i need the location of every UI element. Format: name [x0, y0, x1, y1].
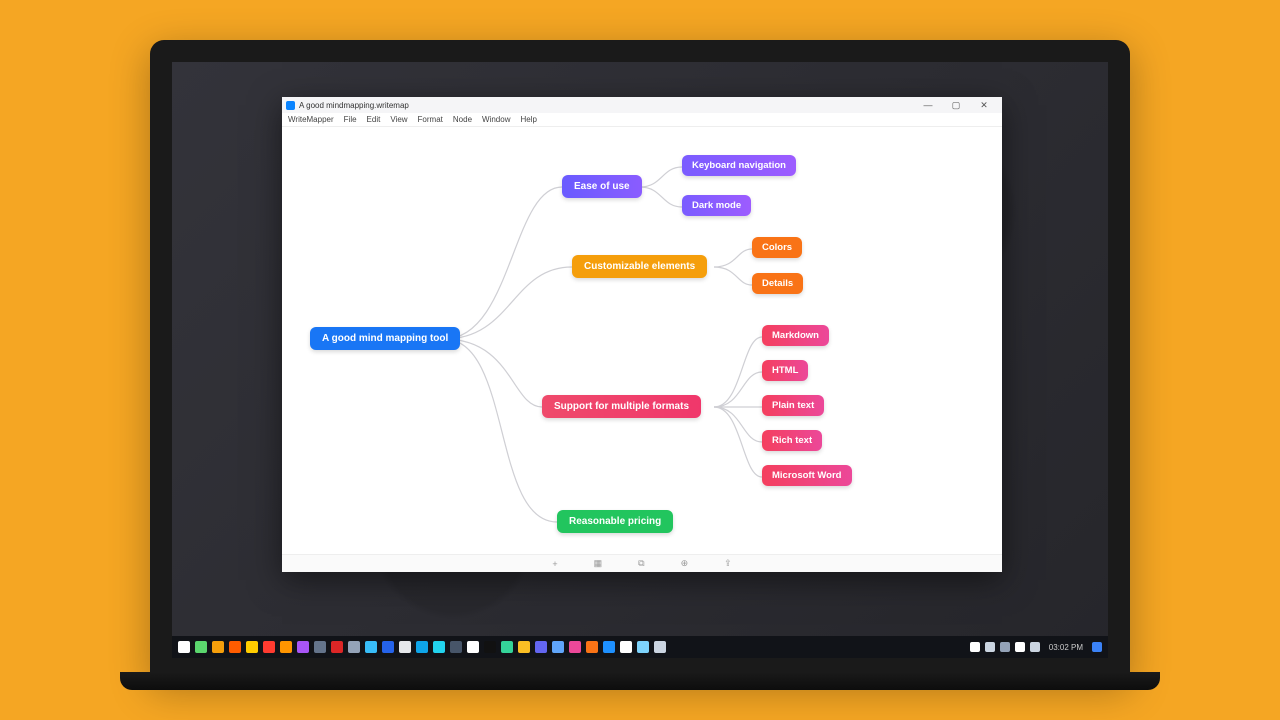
node-microsoft-word[interactable]: Microsoft Word: [762, 465, 852, 486]
window-close-button[interactable]: ✕: [970, 100, 998, 111]
menu-node[interactable]: Node: [453, 115, 472, 124]
menu-writemapper[interactable]: WriteMapper: [288, 115, 334, 124]
app-icon: [286, 101, 295, 110]
toolbar-zoom-icon[interactable]: ⊕: [681, 558, 689, 569]
taskbar-app-icon-1[interactable]: [195, 641, 207, 653]
window-titlebar[interactable]: A good mindmapping.writemap — ▢ ✕: [282, 97, 1002, 113]
node-markdown[interactable]: Markdown: [762, 325, 829, 346]
menu-format[interactable]: Format: [418, 115, 443, 124]
taskbar-app-icon-0[interactable]: [178, 641, 190, 653]
laptop-frame: A good mindmapping.writemap — ▢ ✕ WriteM…: [150, 40, 1130, 680]
tray-icon-2[interactable]: [1000, 642, 1010, 652]
taskbar-app-icon-20[interactable]: [518, 641, 530, 653]
node-details[interactable]: Details: [752, 273, 803, 294]
node-ease-of-use[interactable]: Ease of use: [562, 175, 642, 198]
menu-view[interactable]: View: [390, 115, 407, 124]
mindmap-canvas[interactable]: A good mind mapping tool Ease of use Key…: [282, 127, 1002, 554]
node-colors[interactable]: Colors: [752, 237, 802, 258]
toolbar-add-icon[interactable]: +: [552, 559, 557, 569]
taskbar-app-icon-2[interactable]: [212, 641, 224, 653]
node-keyboard-navigation[interactable]: Keyboard navigation: [682, 155, 796, 176]
taskbar-app-icon-27[interactable]: [637, 641, 649, 653]
taskbar-app-icon-11[interactable]: [365, 641, 377, 653]
taskbar-app-icon-26[interactable]: [620, 641, 632, 653]
toolbar-copy-icon[interactable]: ⧉: [638, 558, 644, 569]
node-customizable-elements[interactable]: Customizable elements: [572, 255, 707, 278]
taskbar-app-icon-16[interactable]: [450, 641, 462, 653]
taskbar-app-icon-12[interactable]: [382, 641, 394, 653]
taskbar-app-icon-17[interactable]: [467, 641, 479, 653]
menu-help[interactable]: Help: [520, 115, 536, 124]
windows-taskbar[interactable]: 03:02 PM: [172, 636, 1108, 658]
window-minimize-button[interactable]: —: [914, 100, 942, 110]
taskbar-pinned-apps: [178, 641, 666, 653]
node-reasonable-pricing[interactable]: Reasonable pricing: [557, 510, 673, 533]
taskbar-app-icon-3[interactable]: [229, 641, 241, 653]
laptop-base: [120, 672, 1160, 690]
taskbar-app-icon-23[interactable]: [569, 641, 581, 653]
writemapper-window: A good mindmapping.writemap — ▢ ✕ WriteM…: [282, 97, 1002, 572]
laptop-screen: A good mindmapping.writemap — ▢ ✕ WriteM…: [172, 62, 1108, 658]
tray-icon-3[interactable]: [1015, 642, 1025, 652]
taskbar-app-icon-15[interactable]: [433, 641, 445, 653]
taskbar-app-icon-28[interactable]: [654, 641, 666, 653]
menu-bar: WriteMapper File Edit View Format Node W…: [282, 113, 1002, 127]
taskbar-clock[interactable]: 03:02 PM: [1049, 643, 1083, 652]
node-support-formats[interactable]: Support for multiple formats: [542, 395, 701, 418]
taskbar-tray: [970, 642, 1040, 652]
window-maximize-button[interactable]: ▢: [942, 100, 970, 111]
node-rich-text[interactable]: Rich text: [762, 430, 822, 451]
taskbar-app-icon-14[interactable]: [416, 641, 428, 653]
tray-icon-0[interactable]: [970, 642, 980, 652]
node-html[interactable]: HTML: [762, 360, 808, 381]
taskbar-app-icon-4[interactable]: [246, 641, 258, 653]
taskbar-app-icon-18[interactable]: [484, 641, 496, 653]
taskbar-app-icon-24[interactable]: [586, 641, 598, 653]
taskbar-app-icon-25[interactable]: [603, 641, 615, 653]
menu-edit[interactable]: Edit: [367, 115, 381, 124]
node-plain-text[interactable]: Plain text: [762, 395, 824, 416]
bottom-toolbar: + ▦ ⧉ ⊕ ⇪: [282, 554, 1002, 572]
taskbar-app-icon-13[interactable]: [399, 641, 411, 653]
toolbar-grid-icon[interactable]: ▦: [594, 558, 603, 569]
taskbar-app-icon-10[interactable]: [348, 641, 360, 653]
taskbar-notifications-icon[interactable]: [1092, 642, 1102, 652]
menu-window[interactable]: Window: [482, 115, 510, 124]
taskbar-app-icon-7[interactable]: [297, 641, 309, 653]
window-title: A good mindmapping.writemap: [299, 101, 914, 110]
taskbar-app-icon-9[interactable]: [331, 641, 343, 653]
menu-file[interactable]: File: [344, 115, 357, 124]
node-dark-mode[interactable]: Dark mode: [682, 195, 751, 216]
node-root[interactable]: A good mind mapping tool: [310, 327, 460, 350]
taskbar-app-icon-21[interactable]: [535, 641, 547, 653]
tray-icon-1[interactable]: [985, 642, 995, 652]
taskbar-app-icon-19[interactable]: [501, 641, 513, 653]
taskbar-app-icon-6[interactable]: [280, 641, 292, 653]
taskbar-app-icon-5[interactable]: [263, 641, 275, 653]
taskbar-app-icon-8[interactable]: [314, 641, 326, 653]
toolbar-export-icon[interactable]: ⇪: [724, 558, 732, 569]
tray-icon-4[interactable]: [1030, 642, 1040, 652]
taskbar-app-icon-22[interactable]: [552, 641, 564, 653]
